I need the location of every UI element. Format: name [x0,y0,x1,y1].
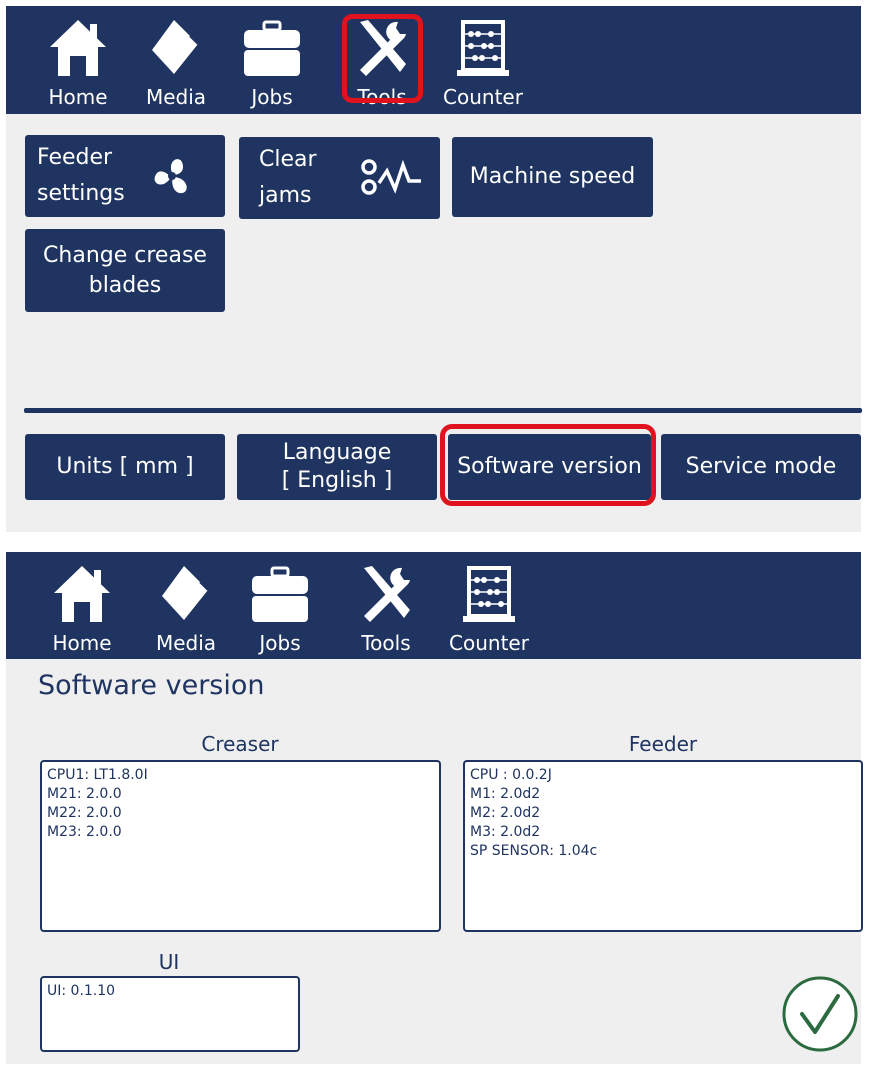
units-label: Units [ mm ] [56,454,194,479]
tools-screen: Home Media Jobs Tools Counter Feeder set… [6,6,862,532]
language-line1: Language [282,440,392,465]
top-nav-bar: Home Media Jobs Tools Counter [6,6,861,114]
creaser-line: M21: 2.0.0 [47,786,122,802]
section-divider [24,408,862,413]
ui-line: UI: 0.1.10 [47,983,116,999]
feeder-version-box: CPU : 0.0.2J M1: 2.0d2 M2: 2.0d2 M3: 2.0… [463,760,863,932]
media-icon [136,14,216,80]
feeder-settings-label: Feeder settings [37,143,125,209]
checkmark-icon [782,976,858,1052]
creaser-line: M22: 2.0.0 [47,805,122,821]
language-button[interactable]: Language [ English ] [237,434,437,500]
creaser-title: Creaser [201,732,279,756]
briefcase-icon [240,560,320,626]
ui-title: UI [158,950,180,974]
clear-jams-button[interactable]: Clear jams [239,137,440,219]
nav-jobs-label-2: Jobs [259,631,301,655]
machine-speed-label: Machine speed [469,164,636,189]
language-label: Language [ English ] [282,439,393,495]
nav-home-2[interactable]: Home [42,552,122,660]
nav-home[interactable]: Home [38,6,118,114]
change-crease-blades-line2: blades [88,272,162,298]
clear-jams-line2: jams [259,183,312,208]
nav-counter-label: Counter [443,85,523,109]
nav-tools-2[interactable]: Tools [348,552,424,660]
feeder-settings-button[interactable]: Feeder settings [25,135,225,217]
feeder-line: M1: 2.0d2 [470,786,541,802]
change-crease-blades-line1: Change crease [43,242,207,268]
nav-jobs-2[interactable]: Jobs [240,552,320,660]
ui-version-box: UI: 0.1.10 [40,976,300,1052]
units-button[interactable]: Units [ mm ] [25,434,225,500]
service-mode-label: Service mode [685,454,837,479]
nav-home-label: Home [48,85,108,109]
clear-jams-line1: Clear [259,147,317,172]
feeder-line: M3: 2.0d2 [470,824,541,840]
tools-icon [348,560,424,626]
feeder-title: Feeder [628,732,698,756]
feeder-settings-line1: Feeder [37,145,113,170]
nav-media[interactable]: Media [136,6,216,114]
nav-tools-label-2: Tools [361,631,411,655]
jam-wave-icon [359,155,431,210]
nav-jobs[interactable]: Jobs [232,6,312,114]
creaser-version-box: CPU1: LT1.8.0I M21: 2.0.0 M22: 2.0.0 M23… [40,760,441,932]
abacus-icon [444,560,534,626]
creaser-line: M23: 2.0.0 [47,824,122,840]
clear-jams-label: Clear jams [259,145,317,211]
machine-speed-button[interactable]: Machine speed [452,137,653,217]
nav-counter-label-2: Counter [449,631,529,655]
change-crease-blades-label: Change crease blades [43,241,207,301]
creaser-line: CPU1: LT1.8.0I [47,767,148,783]
nav-media-label: Media [145,85,207,109]
software-version-screen: Home Media Jobs Tools Counter Software v… [6,552,863,1064]
feeder-settings-line2: settings [37,181,125,206]
tools-highlight-frame [342,14,423,103]
home-icon [38,14,118,80]
language-line2: [ English ] [281,468,393,493]
nav-home-label-2: Home [52,631,112,655]
software-version-highlight-frame [440,424,656,506]
page-title: Software version [38,670,265,701]
home-icon [42,560,122,626]
fan-icon [149,155,197,208]
confirm-button[interactable] [780,974,860,1054]
nav-jobs-label: Jobs [251,85,293,109]
briefcase-icon [232,14,312,80]
nav-media-2[interactable]: Media [146,552,226,660]
top-nav-bar-2: Home Media Jobs Tools Counter [6,552,861,659]
change-crease-blades-button[interactable]: Change crease blades [25,229,225,312]
nav-counter[interactable]: Counter [438,6,528,114]
nav-counter-2[interactable]: Counter [444,552,534,660]
service-mode-button[interactable]: Service mode [661,434,861,500]
feeder-line: M2: 2.0d2 [470,805,541,821]
nav-media-label-2: Media [155,631,217,655]
abacus-icon [438,14,528,80]
feeder-line: CPU : 0.0.2J [470,767,552,783]
feeder-line: SP SENSOR: 1.04c [470,843,598,859]
media-icon [146,560,226,626]
